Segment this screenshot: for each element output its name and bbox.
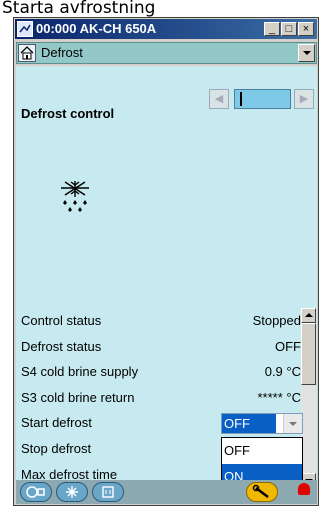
page-indicator[interactable] xyxy=(234,89,291,109)
home-button[interactable] xyxy=(18,44,36,62)
content-panel: Defrost control ◀ ▶ Control status Stopp… xyxy=(16,66,317,492)
row-value: ***** °C xyxy=(257,389,302,405)
option-off[interactable]: OFF xyxy=(222,438,302,464)
minimize-button[interactable]: _ xyxy=(264,22,280,36)
start-defrost-value: OFF xyxy=(222,414,276,433)
list-item: Control status Stopped xyxy=(21,308,303,334)
home-icon xyxy=(20,46,34,60)
row-value: OFF xyxy=(275,338,301,354)
menu-select[interactable]: Defrost xyxy=(16,42,317,64)
chevron-down-icon[interactable] xyxy=(283,414,302,433)
row-value: 0.9 °C xyxy=(264,364,301,380)
menu-dropdown-arrow[interactable] xyxy=(298,44,315,62)
defrost-button[interactable] xyxy=(56,482,88,502)
page-caption: Starta avfrostning xyxy=(2,0,156,18)
scroll-thumb[interactable] xyxy=(301,323,316,385)
snowflake-icon xyxy=(61,181,89,212)
bottom-toolbar xyxy=(16,480,317,504)
close-button[interactable]: × xyxy=(298,22,314,36)
row-label: S3 cold brine return xyxy=(21,389,135,405)
io-icon xyxy=(102,486,114,498)
maximize-button[interactable]: □ xyxy=(281,22,297,36)
menu-select-value: Defrost xyxy=(41,45,83,60)
app-window: 00:000 AK-CH 650A _ □ × Defrost Defrost … xyxy=(13,17,319,506)
service-button[interactable] xyxy=(246,482,278,502)
compressor-button[interactable] xyxy=(20,482,52,502)
window-title: 00:000 AK-CH 650A xyxy=(36,21,157,36)
service-wrench-icon xyxy=(252,484,269,498)
row-label: Stop defrost xyxy=(21,440,92,456)
section-title: Defrost control xyxy=(21,106,115,121)
io-button[interactable] xyxy=(92,482,124,502)
scroll-up-button[interactable] xyxy=(301,308,316,323)
row-label: S4 cold brine supply xyxy=(21,364,139,380)
list-item: S4 cold brine supply 0.9 °C xyxy=(21,359,303,385)
defrost-icon xyxy=(66,486,78,498)
page-next-button[interactable]: ▶ xyxy=(294,89,314,109)
app-icon xyxy=(17,21,33,37)
vertical-scrollbar[interactable] xyxy=(301,308,316,488)
window-titlebar[interactable]: 00:000 AK-CH 650A _ □ × xyxy=(15,19,317,39)
start-defrost-select[interactable]: OFF xyxy=(221,413,303,434)
alarm-bell-icon[interactable] xyxy=(298,483,310,495)
list-item: Defrost status OFF xyxy=(21,334,303,360)
row-label: Start defrost xyxy=(21,415,92,431)
compressor-icon xyxy=(26,486,45,498)
row-label: Control status xyxy=(21,313,102,328)
page-prev-button[interactable]: ◀ xyxy=(209,89,229,109)
row-label: Defrost status xyxy=(21,338,102,354)
list-item: S3 cold brine return ***** °C xyxy=(21,385,303,411)
row-value: Stopped xyxy=(252,313,301,328)
